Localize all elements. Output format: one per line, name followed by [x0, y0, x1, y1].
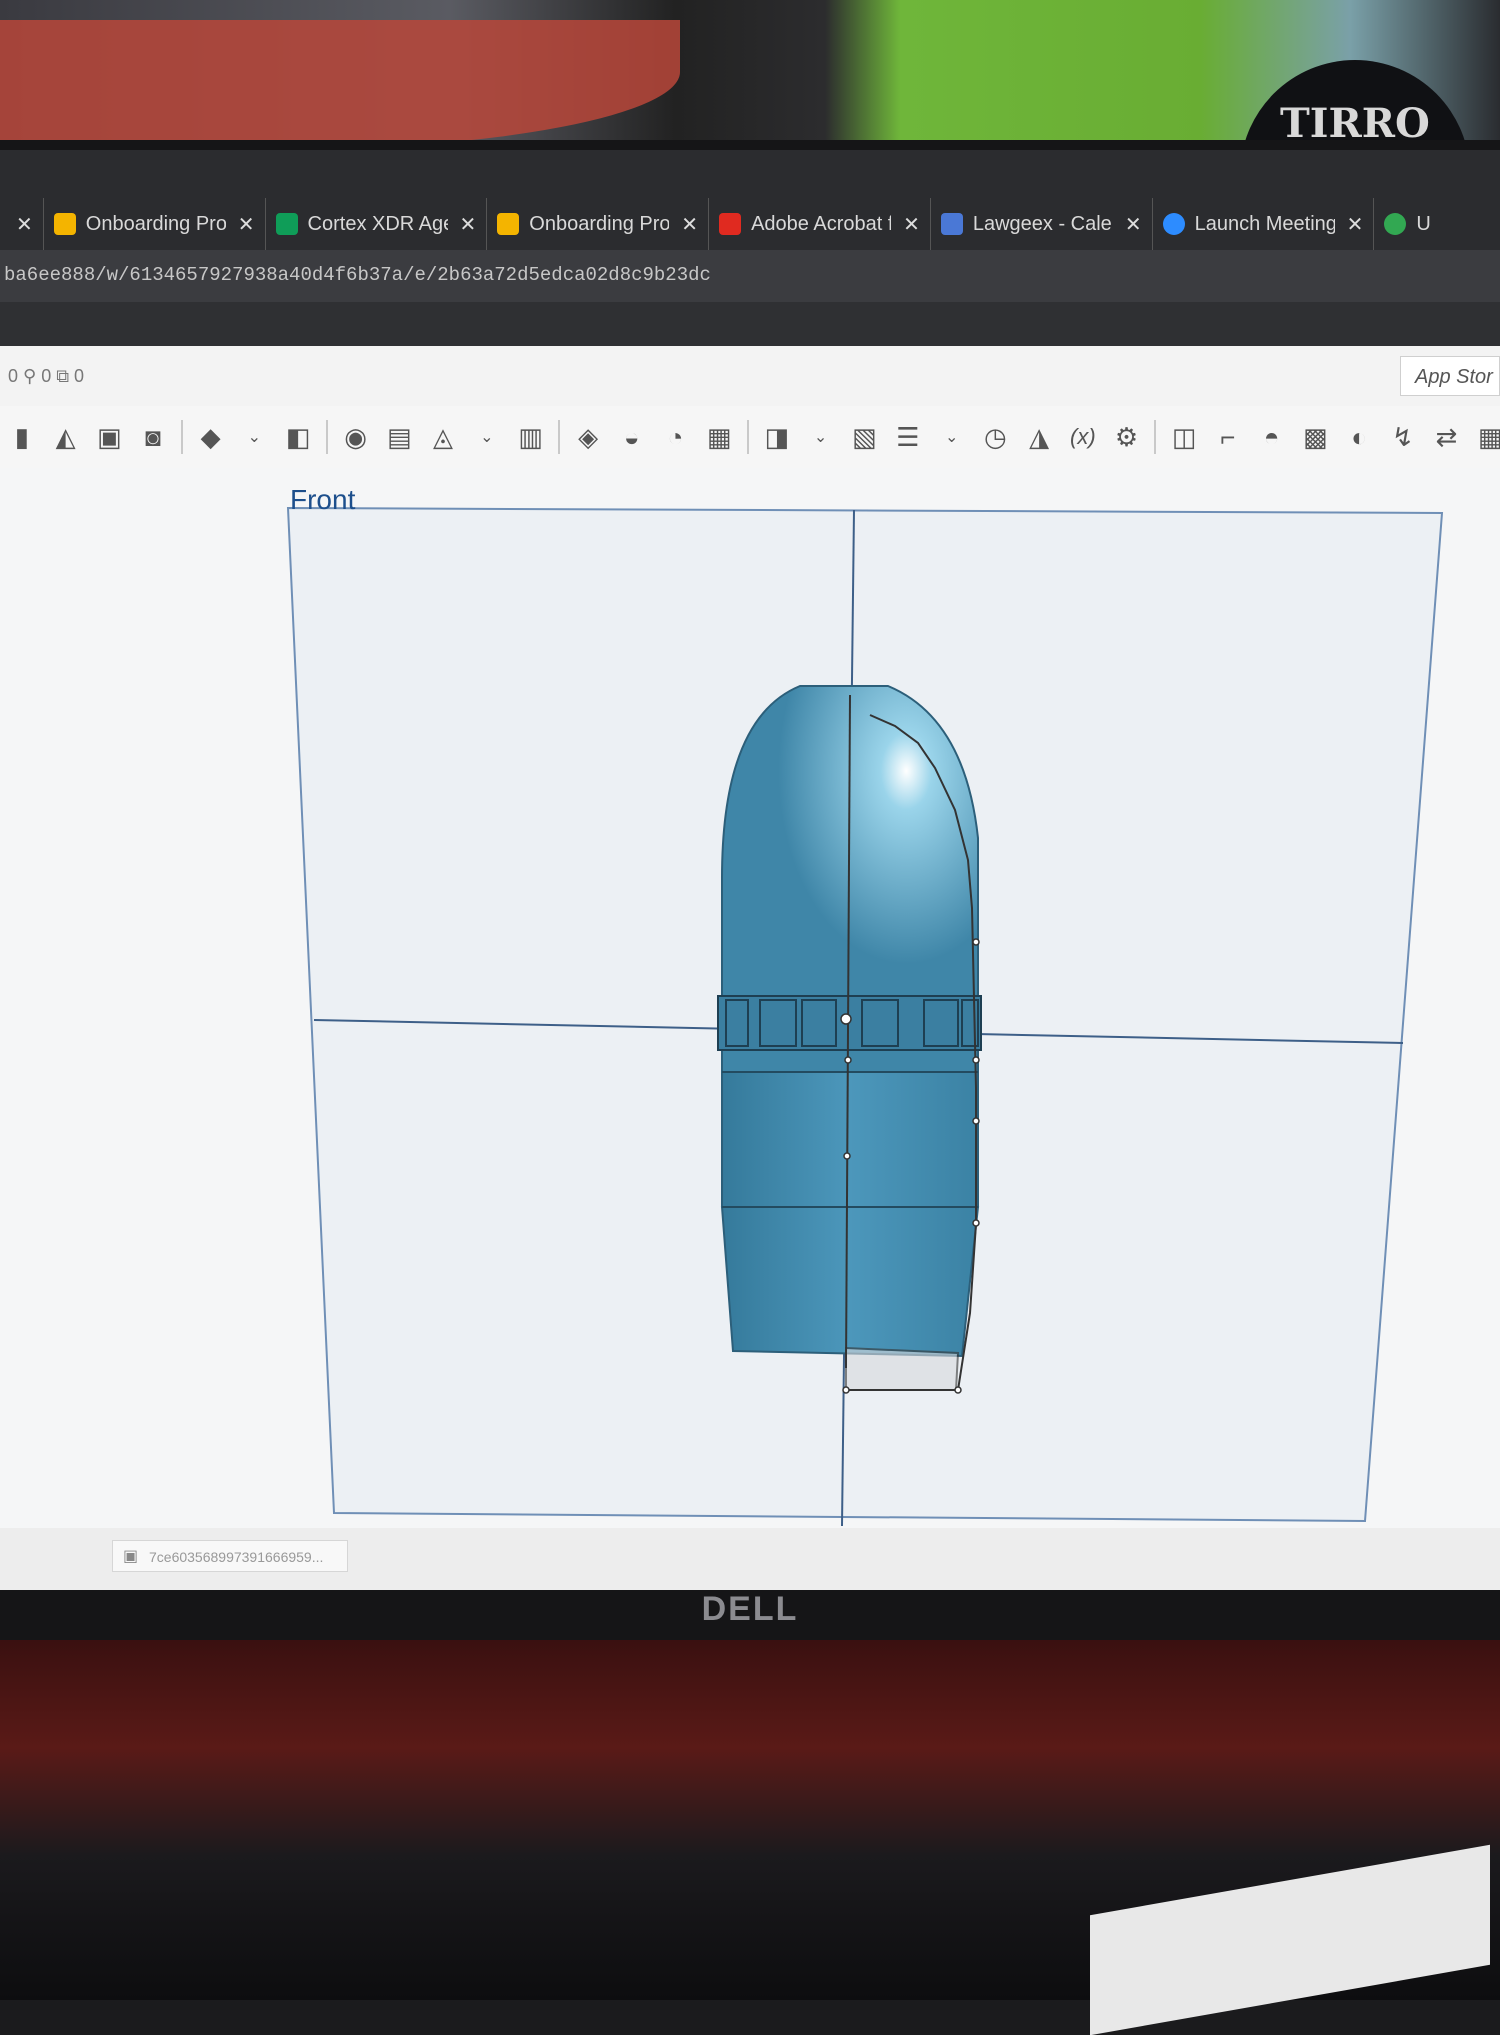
- bookmarks-bar: [0, 302, 1500, 346]
- fillet-icon[interactable]: ◆: [195, 420, 227, 454]
- calendar-icon: [940, 213, 963, 235]
- toolbar-divider: [747, 420, 749, 454]
- list-icon[interactable]: ☰: [892, 420, 924, 454]
- tab-adobe[interactable]: Adobe Acrobat f ✕: [709, 198, 931, 250]
- desk-background: [0, 1640, 1500, 2035]
- tab-label: Lawgeex - Calen: [972, 212, 1113, 235]
- graphics-viewport[interactable]: Front: [0, 468, 1500, 1528]
- transform-icon[interactable]: ▥: [515, 420, 547, 454]
- chevron-down-icon[interactable]: ⌄: [936, 420, 968, 454]
- toolbar-divider: [180, 420, 183, 454]
- tab-onboarding-2[interactable]: Onboarding Pro ✕: [487, 198, 710, 250]
- toolbar-divider: [1154, 420, 1157, 454]
- frame-icon[interactable]: ▧: [848, 420, 880, 454]
- tab-0[interactable]: ✕: [0, 198, 44, 250]
- paper-object: [1090, 1844, 1490, 2035]
- sheet-metal-icon[interactable]: ◫: [1168, 420, 1200, 454]
- surface-icon[interactable]: ◐: [1343, 420, 1375, 454]
- acrobat-icon: [719, 213, 742, 235]
- model-canvas[interactable]: [0, 468, 1500, 1528]
- tab-cortex[interactable]: Cortex XDR Age ✕: [266, 198, 488, 250]
- tab-launch-meeting[interactable]: Launch Meeting ✕: [1153, 198, 1375, 250]
- document-counts: 0 ⚲ 0 ⧉ 0: [8, 366, 85, 386]
- status-bar: ▣ 7ce6035689973916669​59...: [0, 1528, 1500, 1590]
- zoom-icon: [1162, 213, 1185, 235]
- grid-icon[interactable]: ▦: [1474, 420, 1500, 454]
- route-icon[interactable]: ↯: [1387, 420, 1419, 454]
- screen: ✕ Onboarding Pro ✕ Cortex XDR Age ✕ Onbo…: [0, 150, 1500, 1590]
- plane-icon[interactable]: ◈: [572, 420, 604, 454]
- tab-label: Onboarding Pro: [85, 212, 226, 235]
- chevron-down-icon[interactable]: ⌄: [805, 420, 837, 454]
- gear-link-icon[interactable]: ⚙: [1111, 420, 1143, 454]
- mate-connector-icon[interactable]: ◒: [616, 420, 648, 454]
- document-toolbar: 0 ⚲ 0 ⧉ 0 App Stor: [0, 346, 1500, 407]
- pattern-icon[interactable]: ▦: [703, 420, 735, 454]
- app-icon: [1384, 213, 1407, 235]
- hole-icon[interactable]: ◉: [340, 420, 372, 454]
- address-bar[interactable]: ba6ee888/w/6134657927938a40d4f6b37a/e/2b…: [0, 250, 1500, 302]
- view-plane-label: Front: [290, 484, 356, 515]
- close-icon[interactable]: ✕: [1125, 212, 1142, 237]
- chevron-down-icon[interactable]: ⌄: [238, 420, 270, 454]
- image-chip[interactable]: ▣ 7ce6035689973916669​59...: [112, 1540, 348, 1572]
- body-section[interactable]: [721, 1071, 979, 1208]
- sketch-icon[interactable]: ▮: [6, 420, 38, 454]
- tab-label: Adobe Acrobat f: [751, 212, 892, 235]
- variable-icon[interactable]: (x): [1067, 420, 1099, 454]
- close-icon[interactable]: ✕: [238, 212, 255, 237]
- close-icon[interactable]: ✕: [903, 212, 920, 237]
- app-store-button[interactable]: App Stor: [1400, 356, 1500, 396]
- close-icon[interactable]: ✕: [1347, 212, 1364, 237]
- revolve-icon[interactable]: ▣: [93, 420, 125, 454]
- tab-u[interactable]: U: [1374, 198, 1440, 250]
- tab-label: Onboarding Pro: [529, 212, 670, 235]
- clock-icon[interactable]: ◷: [980, 420, 1012, 454]
- extrude-icon[interactable]: ◭: [50, 420, 82, 454]
- tab-label: U: [1416, 212, 1431, 235]
- url-text: ba6ee888/w/6134657927938a40d4f6b37a/e/2b…: [4, 264, 711, 286]
- boolean-icon[interactable]: ▤: [383, 420, 415, 454]
- toolbar-divider: [558, 420, 561, 454]
- image-chip-label: 7ce6035689973916669​59...: [149, 1549, 324, 1565]
- tab-label: Launch Meeting: [1194, 212, 1335, 235]
- shell-icon[interactable]: ◧: [282, 420, 314, 454]
- tab-label: Cortex XDR Age: [307, 212, 448, 235]
- monitor: ✕ Onboarding Pro ✕ Cortex XDR Age ✕ Onbo…: [0, 140, 1500, 1640]
- path-icon[interactable]: ⇄: [1431, 420, 1463, 454]
- google-drive-icon: [497, 213, 520, 235]
- sweep-icon[interactable]: ◙: [137, 420, 169, 454]
- sheets-icon: [275, 213, 298, 235]
- close-icon[interactable]: ✕: [16, 212, 33, 237]
- base-section[interactable]: [720, 1206, 980, 1358]
- helix-icon[interactable]: ◔: [660, 420, 692, 454]
- background-red-object: [0, 20, 680, 150]
- browser-tab-bar: ✕ Onboarding Pro ✕ Cortex XDR Age ✕ Onbo…: [0, 150, 1500, 250]
- close-icon[interactable]: ✕: [460, 212, 477, 237]
- tab-onboarding-1[interactable]: Onboarding Pro ✕: [44, 198, 266, 250]
- close-icon[interactable]: ✕: [681, 212, 698, 237]
- image-icon: ▣: [123, 1548, 139, 1565]
- tab-lawgeex[interactable]: Lawgeex - Calen ✕: [931, 198, 1153, 250]
- google-drive-icon: [53, 213, 76, 235]
- split-icon[interactable]: ◬: [427, 420, 459, 454]
- toolbar-divider: [325, 420, 328, 454]
- monitor-brand-logo: DELL: [701, 1590, 799, 1628]
- form-icon[interactable]: ▩: [1299, 420, 1331, 454]
- feature-toolbar: ▮ ◭ ▣ ◙ ◆ ⌄ ◧ ◉ ▤ ◬ ⌄ ▥ ◈ ◒ ◔ ▦ ◨ ⌄ ▧ ☰ …: [0, 406, 1500, 469]
- mirror-icon[interactable]: ◨: [761, 420, 793, 454]
- measure-icon[interactable]: ◮: [1023, 420, 1055, 454]
- chevron-down-icon[interactable]: ⌄: [471, 420, 503, 454]
- bend-icon[interactable]: ◓: [1256, 420, 1288, 454]
- flange-icon[interactable]: ⌐: [1212, 420, 1244, 454]
